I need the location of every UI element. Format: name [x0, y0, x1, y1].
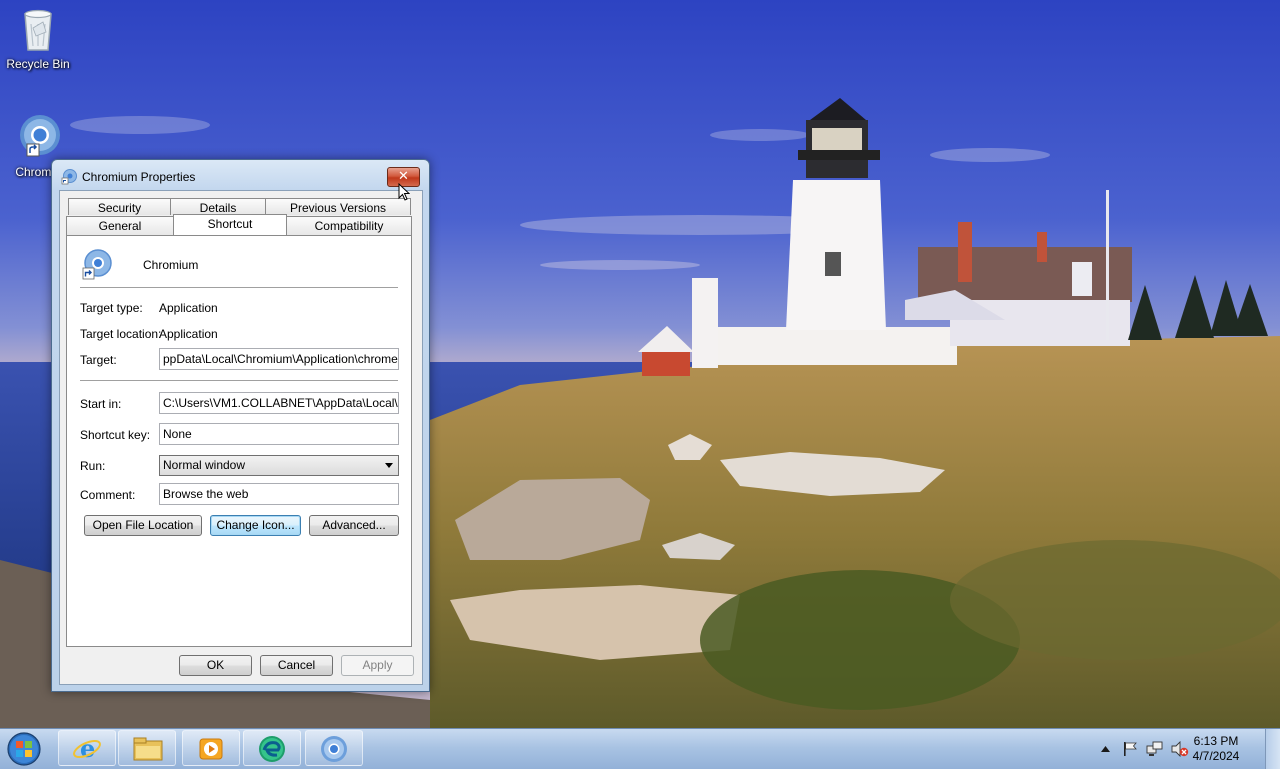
tab-compatibility[interactable]: Compatibility: [286, 216, 412, 236]
separator: [80, 287, 398, 289]
properties-dialog: Chromium Properties ✕ Security Details P…: [51, 159, 430, 692]
internet-explorer-icon: e: [73, 734, 101, 762]
taskbar-media-player[interactable]: [182, 730, 240, 766]
start-in-label: Start in:: [80, 397, 122, 411]
apply-button[interactable]: Apply: [341, 655, 414, 676]
tab-previous-versions[interactable]: Previous Versions: [265, 198, 411, 215]
run-label: Run:: [80, 459, 106, 473]
advanced-button[interactable]: Advanced...: [309, 515, 399, 536]
target-input[interactable]: ppData\Local\Chromium\Application\chrome…: [159, 348, 399, 370]
taskbar-file-explorer[interactable]: [118, 730, 176, 766]
recycle-bin-icon: [24, 9, 52, 51]
chromium-icon: [321, 736, 347, 762]
show-desktop-button[interactable]: [1265, 729, 1280, 769]
tab-label: General: [98, 219, 142, 233]
mouse-cursor-icon: [398, 183, 410, 201]
change-icon-button[interactable]: Change Icon...: [210, 515, 301, 536]
desktop-icon-recycle-bin[interactable]: Recycle Bin: [0, 6, 76, 71]
shortcut-key-input[interactable]: None: [159, 423, 399, 445]
target-location-label: Target location:: [80, 327, 162, 341]
tab-details[interactable]: Details: [170, 198, 266, 215]
chromium-shortcut-icon: [82, 249, 112, 280]
run-select-value: Normal window: [163, 458, 246, 472]
windows-start-icon: [7, 732, 41, 766]
tab-shortcut[interactable]: Shortcut: [173, 214, 287, 235]
separator: [80, 380, 398, 382]
ok-button[interactable]: OK: [179, 655, 252, 676]
shortcut-tab-page: Chromium Target type: Application Target…: [66, 235, 412, 647]
target-type-value: Application: [159, 301, 218, 315]
tab-label: Compatibility: [314, 219, 384, 233]
shortcut-name: Chromium: [143, 258, 199, 272]
dialog-titlebar[interactable]: Chromium Properties ✕: [52, 160, 429, 190]
taskbar-internet-explorer[interactable]: e: [58, 730, 116, 766]
start-button[interactable]: [4, 731, 46, 767]
target-location-value: Application: [159, 327, 218, 341]
taskbar-edge[interactable]: [243, 730, 301, 766]
chromium-shortcut-icon: [20, 115, 60, 157]
chevron-down-icon: [385, 463, 393, 468]
clock-date: 4/7/2024: [1192, 749, 1240, 763]
target-label: Target:: [80, 353, 117, 367]
clock-time: 6:13 PM: [1193, 734, 1239, 748]
open-file-location-button[interactable]: Open File Location: [84, 515, 202, 536]
tab-label: Shortcut: [207, 217, 253, 231]
dialog-client-area: Security Details Previous Versions Gener…: [59, 190, 423, 685]
target-type-label: Target type:: [80, 301, 143, 315]
edge-icon: [259, 736, 285, 762]
dialog-title: Chromium Properties: [82, 170, 196, 184]
comment-input[interactable]: Browse the web: [159, 483, 399, 505]
file-explorer-icon: [133, 737, 163, 761]
chromium-shortcut-icon: [61, 169, 77, 185]
show-hidden-icons-chevron-up-icon[interactable]: [1101, 745, 1110, 752]
start-in-input[interactable]: C:\Users\VM1.COLLABNET\AppData\Local\Chr: [159, 392, 399, 414]
tab-security[interactable]: Security: [68, 198, 171, 215]
desktop-icon-label: Recycle Bin: [6, 57, 70, 71]
tab-label: Details: [199, 201, 237, 215]
tab-label: Previous Versions: [289, 201, 387, 215]
svg-text:e: e: [80, 734, 95, 762]
system-clock[interactable]: 6:13 PM 4/7/2024: [1186, 734, 1246, 764]
cancel-button[interactable]: Cancel: [260, 655, 333, 676]
shortcut-key-label: Shortcut key:: [80, 428, 151, 442]
close-icon: ✕: [398, 169, 409, 184]
action-center-flag-icon[interactable]: [1122, 741, 1138, 757]
tab-label: Security: [97, 201, 142, 215]
comment-label: Comment:: [80, 488, 136, 502]
run-select[interactable]: Normal window: [159, 455, 399, 476]
taskbar-chromium[interactable]: [305, 730, 363, 766]
taskbar: e 6:13 PM 4/7/2024: [0, 728, 1280, 769]
tab-general[interactable]: General: [66, 216, 174, 236]
media-player-icon: [199, 738, 223, 760]
network-icon[interactable]: [1146, 741, 1164, 757]
